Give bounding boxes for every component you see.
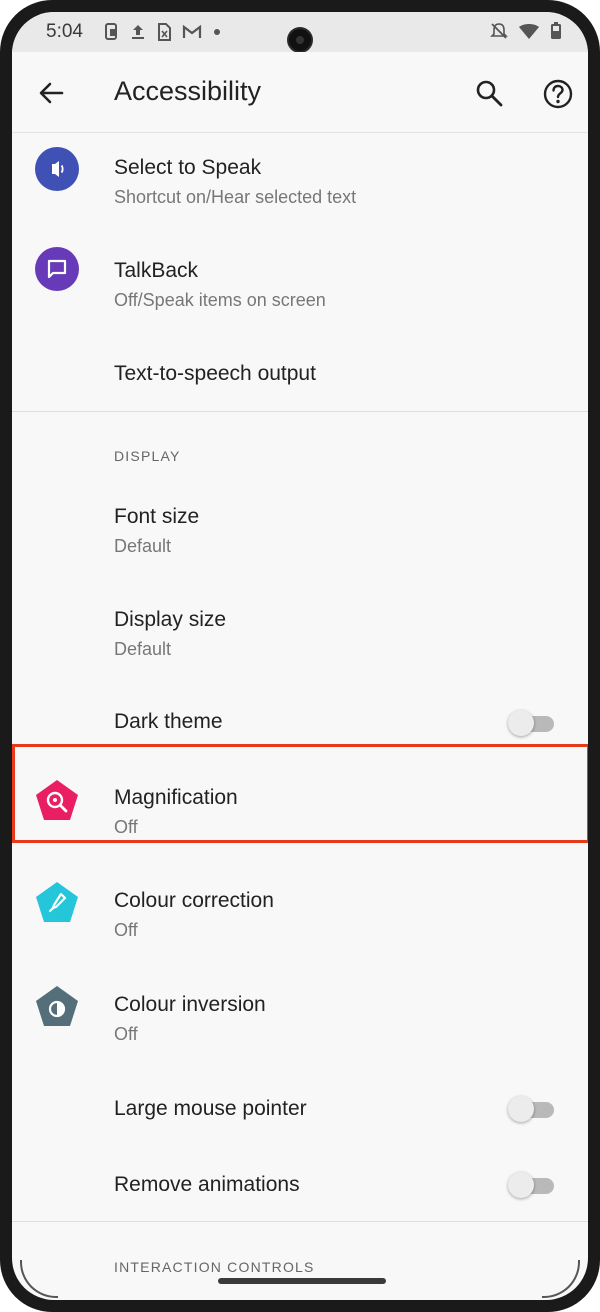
- status-bar: 5:04: [12, 12, 588, 52]
- select-to-speak-icon: [35, 147, 79, 191]
- page-title: Accessibility: [114, 76, 262, 106]
- list-item-colour-inversion[interactable]: Colour inversion Off: [12, 956, 588, 1060]
- list-item-text-to-speech[interactable]: Text-to-speech output: [12, 336, 588, 412]
- list-item-colour-correction[interactable]: Colour correction Off: [12, 852, 588, 956]
- item-title: Font size: [114, 505, 200, 528]
- gmail-icon: [182, 24, 202, 38]
- toggle-thumb: [508, 1096, 534, 1122]
- help-icon[interactable]: [542, 78, 574, 110]
- screen-corner-left: [20, 1260, 58, 1298]
- item-title: Remove animations: [114, 1173, 300, 1196]
- colour-correction-icon: [36, 882, 78, 922]
- item-title: Colour inversion: [114, 993, 266, 1016]
- remove-animations-toggle[interactable]: [508, 1172, 556, 1198]
- list-item-font-size[interactable]: Font size Default: [12, 480, 588, 584]
- large-mouse-pointer-toggle[interactable]: [508, 1096, 556, 1122]
- list-item-large-mouse-pointer[interactable]: Large mouse pointer: [12, 1060, 588, 1138]
- dot-icon: [214, 29, 220, 35]
- item-subtitle: Shortcut on/Hear selected text: [114, 187, 357, 207]
- search-icon[interactable]: [474, 78, 504, 108]
- section-header-interaction-controls: INTERACTION CONTROLS: [114, 1259, 315, 1275]
- do-not-disturb-icon: [490, 23, 508, 39]
- list-item-select-to-speak[interactable]: Select to Speak Shortcut on/Hear selecte…: [12, 132, 588, 232]
- item-subtitle: Off/Speak items on screen: [114, 290, 326, 310]
- item-subtitle: Default: [114, 639, 172, 659]
- front-camera: [289, 29, 311, 51]
- item-title: Dark theme: [114, 710, 223, 733]
- item-subtitle: Default: [114, 536, 172, 556]
- item-subtitle: Off: [114, 920, 138, 940]
- item-title: Select to Speak: [114, 156, 262, 179]
- status-time: 5:04: [46, 21, 83, 42]
- list-item-talkback[interactable]: TalkBack Off/Speak items on screen: [12, 232, 588, 336]
- item-title: TalkBack: [114, 259, 199, 282]
- dark-theme-toggle[interactable]: [508, 710, 556, 736]
- screen-corner-right: [542, 1260, 580, 1298]
- battery-icon: [551, 22, 561, 39]
- section-header-display: DISPLAY: [114, 448, 181, 464]
- phone-frame: 5:04 Accessibility Select to Speak Short…: [0, 0, 600, 1312]
- item-title: Colour correction: [114, 889, 274, 912]
- wifi-icon: [519, 24, 539, 39]
- screen: 5:04 Accessibility Select to Speak Short…: [12, 12, 588, 1300]
- list-item-display-size[interactable]: Display size Default: [12, 584, 588, 686]
- sim-card-icon: [158, 23, 171, 41]
- back-arrow-icon[interactable]: [36, 78, 66, 108]
- gesture-home-bar[interactable]: [218, 1278, 386, 1284]
- divider: [12, 411, 588, 412]
- upload-icon: [132, 25, 144, 39]
- item-title: Display size: [114, 608, 227, 631]
- toggle-thumb: [508, 1172, 534, 1198]
- notification-screenshot-icon: [105, 23, 117, 40]
- colour-inversion-icon: [36, 986, 78, 1026]
- item-title: Text-to-speech output: [114, 362, 316, 385]
- status-icons-left: [104, 23, 222, 41]
- talkback-icon: [35, 247, 79, 291]
- divider: [12, 1221, 588, 1222]
- item-title: Large mouse pointer: [114, 1097, 307, 1120]
- item-subtitle: Off: [114, 1024, 138, 1044]
- highlight-box-magnification: [12, 744, 588, 843]
- toggle-thumb: [508, 710, 534, 736]
- app-bar: Accessibility: [12, 52, 588, 133]
- status-icons-right: [490, 22, 562, 40]
- list-item-remove-animations[interactable]: Remove animations: [12, 1138, 588, 1222]
